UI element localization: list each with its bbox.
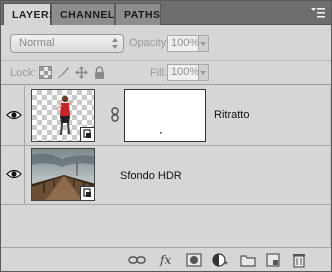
lock-row: Lock: Fill: 100%	[1, 61, 331, 85]
tab-paths[interactable]: PATHS	[115, 3, 161, 25]
trash-icon[interactable]	[290, 252, 308, 268]
scrollbar-track[interactable]	[330, 86, 331, 247]
layer-name[interactable]: Sfondo HDR	[120, 170, 182, 182]
new-layer-icon[interactable]	[264, 252, 282, 268]
layer-thumbnail[interactable]	[31, 89, 95, 142]
lock-image-pixels-icon[interactable]	[57, 66, 70, 79]
tab-channels[interactable]: CHANNELS	[51, 3, 122, 25]
lock-label: Lock:	[10, 67, 37, 79]
visibility-toggle[interactable]	[1, 86, 25, 145]
lock-transparent-pixels-icon[interactable]	[39, 66, 52, 79]
layer-name[interactable]: Ritratto	[214, 109, 249, 121]
smart-object-icon	[80, 186, 94, 200]
chain-link-icon[interactable]	[111, 107, 119, 122]
add-mask-icon[interactable]	[185, 252, 203, 268]
layer-thumbnail[interactable]	[31, 148, 95, 201]
fill-label: Fill:	[150, 67, 168, 79]
svg-text:fx: fx	[159, 253, 171, 267]
lock-all-icon[interactable]	[93, 66, 106, 79]
panel-tab-strip: LAYERS CHANNELS PATHS	[1, 1, 331, 25]
eye-icon	[6, 169, 22, 179]
fill-dropdown[interactable]	[199, 64, 209, 81]
lock-position-icon[interactable]	[75, 66, 88, 79]
blend-mode-select[interactable]: Normal	[10, 34, 124, 53]
chevron-down-icon	[200, 71, 206, 75]
panel-bottom-toolbar: fx	[1, 247, 331, 271]
layer-row-sfondo-hdr[interactable]: Sfondo HDR	[1, 146, 331, 205]
chevron-down-icon	[200, 42, 206, 46]
select-arrows-icon	[112, 38, 118, 49]
tab-layers[interactable]: LAYERS	[3, 3, 56, 25]
layers-list: Ritratto Sfondo HDR	[1, 86, 331, 247]
fill-field[interactable]: 100%	[167, 64, 199, 81]
layer-mask-thumbnail[interactable]	[124, 89, 206, 142]
adjustment-layer-icon[interactable]	[211, 252, 229, 268]
opacity-dropdown[interactable]	[199, 35, 209, 52]
panel-menu-icon[interactable]	[311, 7, 325, 19]
new-group-icon[interactable]	[239, 252, 257, 268]
link-layers-icon[interactable]	[128, 252, 146, 268]
opacity-label: Opacity:	[129, 37, 170, 49]
blend-mode-value: Normal	[19, 37, 55, 49]
visibility-toggle[interactable]	[1, 146, 25, 204]
eye-icon	[6, 110, 22, 120]
smart-object-icon	[80, 127, 94, 141]
opacity-field[interactable]: 100%	[167, 35, 199, 52]
layer-row-ritratto[interactable]: Ritratto	[1, 86, 331, 146]
mask-speck	[160, 132, 162, 134]
layers-panel: LAYERS CHANNELS PATHS Normal Opacity: 10…	[0, 0, 332, 272]
blend-row: Normal Opacity: 100%	[1, 25, 331, 61]
fx-icon[interactable]: fx	[158, 252, 176, 268]
